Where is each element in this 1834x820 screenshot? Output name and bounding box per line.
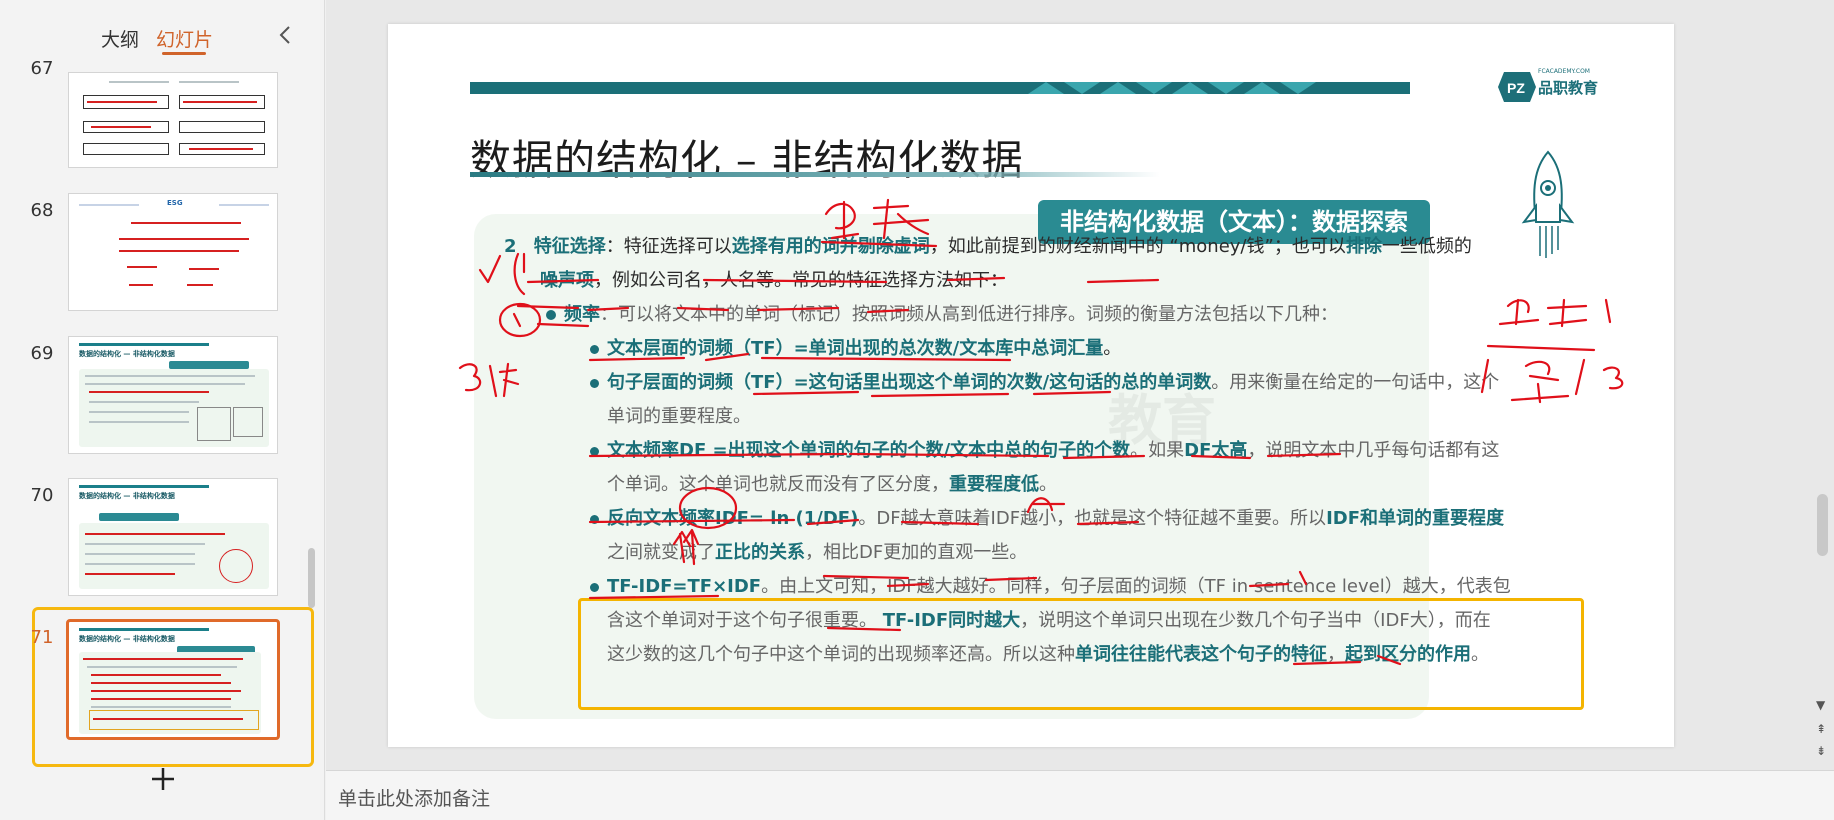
- bullet-dot: [590, 344, 599, 354]
- logo-icon: PZ: [1498, 72, 1536, 102]
- next-slide-icon[interactable]: ⇟: [1816, 744, 1826, 758]
- slide-thumbnail-panel: 大纲 幻灯片 67 68 ESG 69 数据的结构化 — 非结构化数据 70 数…: [0, 0, 325, 820]
- previous-slide-icon[interactable]: ⇞: [1816, 722, 1826, 736]
- slide-number: 67: [30, 58, 54, 79]
- notes-pane[interactable]: 单击此处添加备注: [326, 770, 1834, 820]
- slide-thumbnail-70[interactable]: 数据的结构化 — 非结构化数据: [68, 478, 278, 596]
- bullet-idf-cont: 之间就变成了正比的关系，相比DF更加的直观一些。: [607, 542, 1028, 563]
- thumbnail-title: 数据的结构化 — 非结构化数据: [79, 635, 175, 643]
- slide[interactable]: PZ FCACADEMY.COM 品职教育 数据的结构化 – 非结构化数据 教育…: [388, 24, 1674, 747]
- slide-thumbnail-67[interactable]: [68, 72, 278, 168]
- bullet-dot: [546, 310, 556, 320]
- notes-placeholder[interactable]: 单击此处添加备注: [338, 784, 490, 811]
- slide-thumbnail-69[interactable]: 数据的结构化 — 非结构化数据: [68, 336, 278, 454]
- bullet-tf-sentence: 句子层面的词频（TF）=这句话里出现这个单词的次数/这句话的总的单词数。用来衡量…: [590, 366, 1499, 400]
- slide-number: 68: [30, 200, 54, 221]
- bullet-tf-document: 文本层面的词频（TF）=单词出现的总次数/文本库中总词汇量。: [590, 332, 1121, 366]
- slide-number: 70: [30, 485, 54, 506]
- logo-url: FCACADEMY.COM: [1538, 68, 1590, 75]
- bullet-tf-sentence-cont: 单词的重要程度。: [607, 406, 751, 427]
- bullet-dot: [590, 378, 599, 388]
- canvas-scrollbar[interactable]: ▼ ⇞ ⇟: [1812, 0, 1834, 770]
- slide-thumbnail-71[interactable]: 数据的结构化 — 非结构化数据: [66, 619, 280, 740]
- bullet-dot: [590, 582, 599, 592]
- slide-number: 69: [30, 343, 54, 364]
- slide-number: 71: [30, 627, 54, 648]
- bullet-idf: 反向文本频率IDF= ln (1/DF)。DF越大意味着IDF越小，也就是这个特…: [590, 502, 1504, 536]
- thumbnail-title: 数据的结构化 — 非结构化数据: [79, 350, 175, 358]
- rocket-icon: [1521, 150, 1575, 258]
- tab-outline[interactable]: 大纲: [101, 25, 139, 52]
- paragraph-feature-selection-cont: 噪声项，例如公司名，人名等。常见的特征选择方法如下：: [540, 270, 1008, 291]
- scroll-down-icon[interactable]: ▼: [1816, 698, 1825, 712]
- chevron-pattern: [1028, 82, 1328, 94]
- thumbnail-heading: ESG: [167, 199, 183, 207]
- paragraph-feature-selection: 2 特征选择：特征选择可以选择有用的词并剔除虚词，如此前提到的财经新闻中的 “m…: [504, 236, 1472, 257]
- slide-canvas: PZ FCACADEMY.COM 品职教育 数据的结构化 – 非结构化数据 教育…: [326, 0, 1834, 770]
- svg-text:PZ: PZ: [1507, 80, 1525, 96]
- bullet-df: 文本频率DF =出现这个单词的句子的个数/文本中总的句子的个数。如果DF太高，说…: [590, 434, 1499, 468]
- canvas-scrollbar-thumb[interactable]: [1817, 494, 1828, 556]
- panel-tabs: 大纲 幻灯片: [0, 0, 324, 64]
- highlight-rectangle[interactable]: [578, 598, 1584, 710]
- presentation-editor: 大纲 幻灯片 67 68 ESG 69 数据的结构化 — 非结构化数据 70 数…: [0, 0, 1834, 820]
- bullet-dot: [590, 446, 599, 456]
- chevron-left-icon[interactable]: [278, 24, 300, 50]
- title-underline: [470, 172, 1160, 177]
- active-tab-indicator: [162, 52, 206, 55]
- slide-title: 数据的结构化 – 非结构化数据: [470, 136, 1024, 184]
- slide-thumbnail-68[interactable]: ESG: [68, 193, 278, 311]
- tab-slides[interactable]: 幻灯片: [156, 25, 213, 52]
- thumbnail-scrollbar[interactable]: [308, 548, 315, 608]
- bullet-frequency: 频率：可以将文本中的单词（标记）按照词频从高到低进行排序。词频的衡量方法包括以下…: [546, 298, 1338, 332]
- logo-text: 品职教育: [1538, 79, 1599, 97]
- plus-icon[interactable]: [150, 765, 176, 800]
- bullet-df-cont: 个单词。这个单词也就反而没有了区分度，重要程度低。: [607, 474, 1057, 495]
- thumbnail-title: 数据的结构化 — 非结构化数据: [79, 492, 175, 500]
- bullet-dot: [590, 514, 599, 524]
